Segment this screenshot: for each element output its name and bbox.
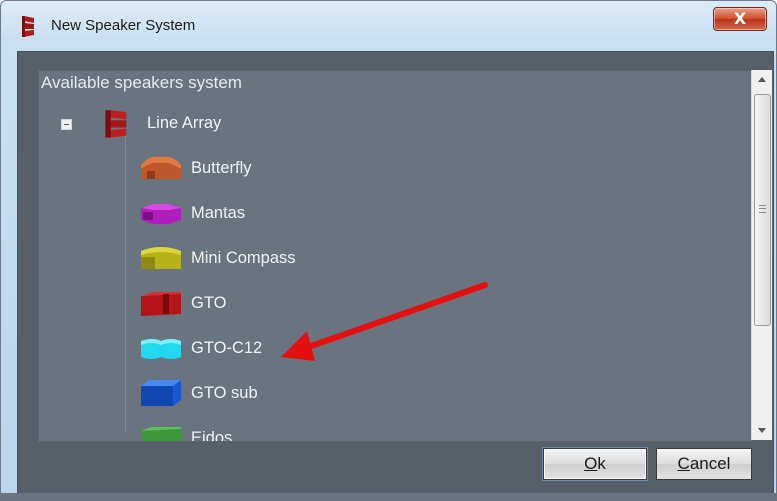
tree-node-gto-c12[interactable]: GTO-C12 bbox=[139, 331, 262, 365]
scroll-up-arrow-icon[interactable] bbox=[752, 70, 772, 88]
tree-node-label: Mini Compass bbox=[191, 248, 296, 267]
tree-node-label: GTO-C12 bbox=[191, 338, 263, 357]
cancel-button[interactable]: Cancel bbox=[656, 448, 752, 480]
close-icon: X bbox=[733, 9, 747, 28]
app-speaker-icon bbox=[22, 16, 34, 37]
grip-icon bbox=[759, 205, 766, 213]
speaker-gto-c12-icon bbox=[141, 339, 181, 359]
tree-node-label: Butterfly bbox=[191, 158, 252, 177]
ok-mnemonic: O bbox=[584, 454, 598, 473]
cancel-label-rest: ancel bbox=[689, 454, 731, 473]
vertical-scrollbar[interactable] bbox=[751, 70, 772, 440]
window-title: New Speaker System bbox=[51, 17, 196, 34]
tree-node-label: Eidos bbox=[191, 428, 233, 442]
tree-node-label: Mantas bbox=[191, 203, 246, 222]
tree-node-label: Line Array bbox=[147, 113, 222, 132]
ok-label-rest: k bbox=[597, 454, 606, 473]
line-array-speaker-icon bbox=[105, 110, 127, 138]
ok-button[interactable]: Ok bbox=[543, 448, 647, 480]
tree-node-gto-sub[interactable]: GTO sub bbox=[139, 376, 258, 410]
scroll-down-arrow-icon[interactable] bbox=[752, 422, 772, 440]
tree-node-label: GTO sub bbox=[191, 383, 258, 402]
speaker-gto-icon bbox=[141, 292, 181, 316]
new-speaker-system-dialog: New Speaker System X Available speakers … bbox=[0, 0, 777, 501]
tree-node-mantas[interactable]: Mantas bbox=[139, 196, 245, 230]
cancel-mnemonic: C bbox=[677, 454, 690, 473]
title-bar[interactable]: New Speaker System X bbox=[1, 1, 776, 49]
speakers-panel: Available speakers system Line Array But… bbox=[38, 70, 752, 442]
panel-label: Available speakers system bbox=[41, 73, 242, 92]
tree-node-label: GTO bbox=[191, 293, 227, 312]
speaker-gto-sub-icon bbox=[141, 380, 181, 406]
close-button[interactable]: X bbox=[713, 7, 767, 31]
tree-node-eidos[interactable]: Eidos bbox=[139, 421, 233, 442]
tree-node-mini-compass[interactable]: Mini Compass bbox=[139, 241, 296, 275]
speaker-eidos-icon bbox=[141, 427, 181, 441]
tree-node-line-array[interactable]: Line Array bbox=[99, 106, 221, 140]
tree-connector-line bbox=[125, 135, 126, 431]
scrollbar-thumb[interactable] bbox=[754, 94, 771, 326]
dialog-client-area: Available speakers system Line Array But… bbox=[17, 51, 774, 496]
speaker-mini-compass-icon bbox=[141, 247, 181, 269]
tree-node-gto[interactable]: GTO bbox=[139, 286, 226, 320]
annotation-arrow bbox=[281, 282, 488, 361]
collapse-toggle[interactable] bbox=[61, 119, 72, 130]
speaker-butterfly-icon bbox=[141, 156, 181, 179]
taskbar-strip bbox=[0, 493, 777, 501]
speaker-mantas-icon bbox=[141, 204, 181, 224]
tree-node-butterfly[interactable]: Butterfly bbox=[139, 151, 252, 185]
